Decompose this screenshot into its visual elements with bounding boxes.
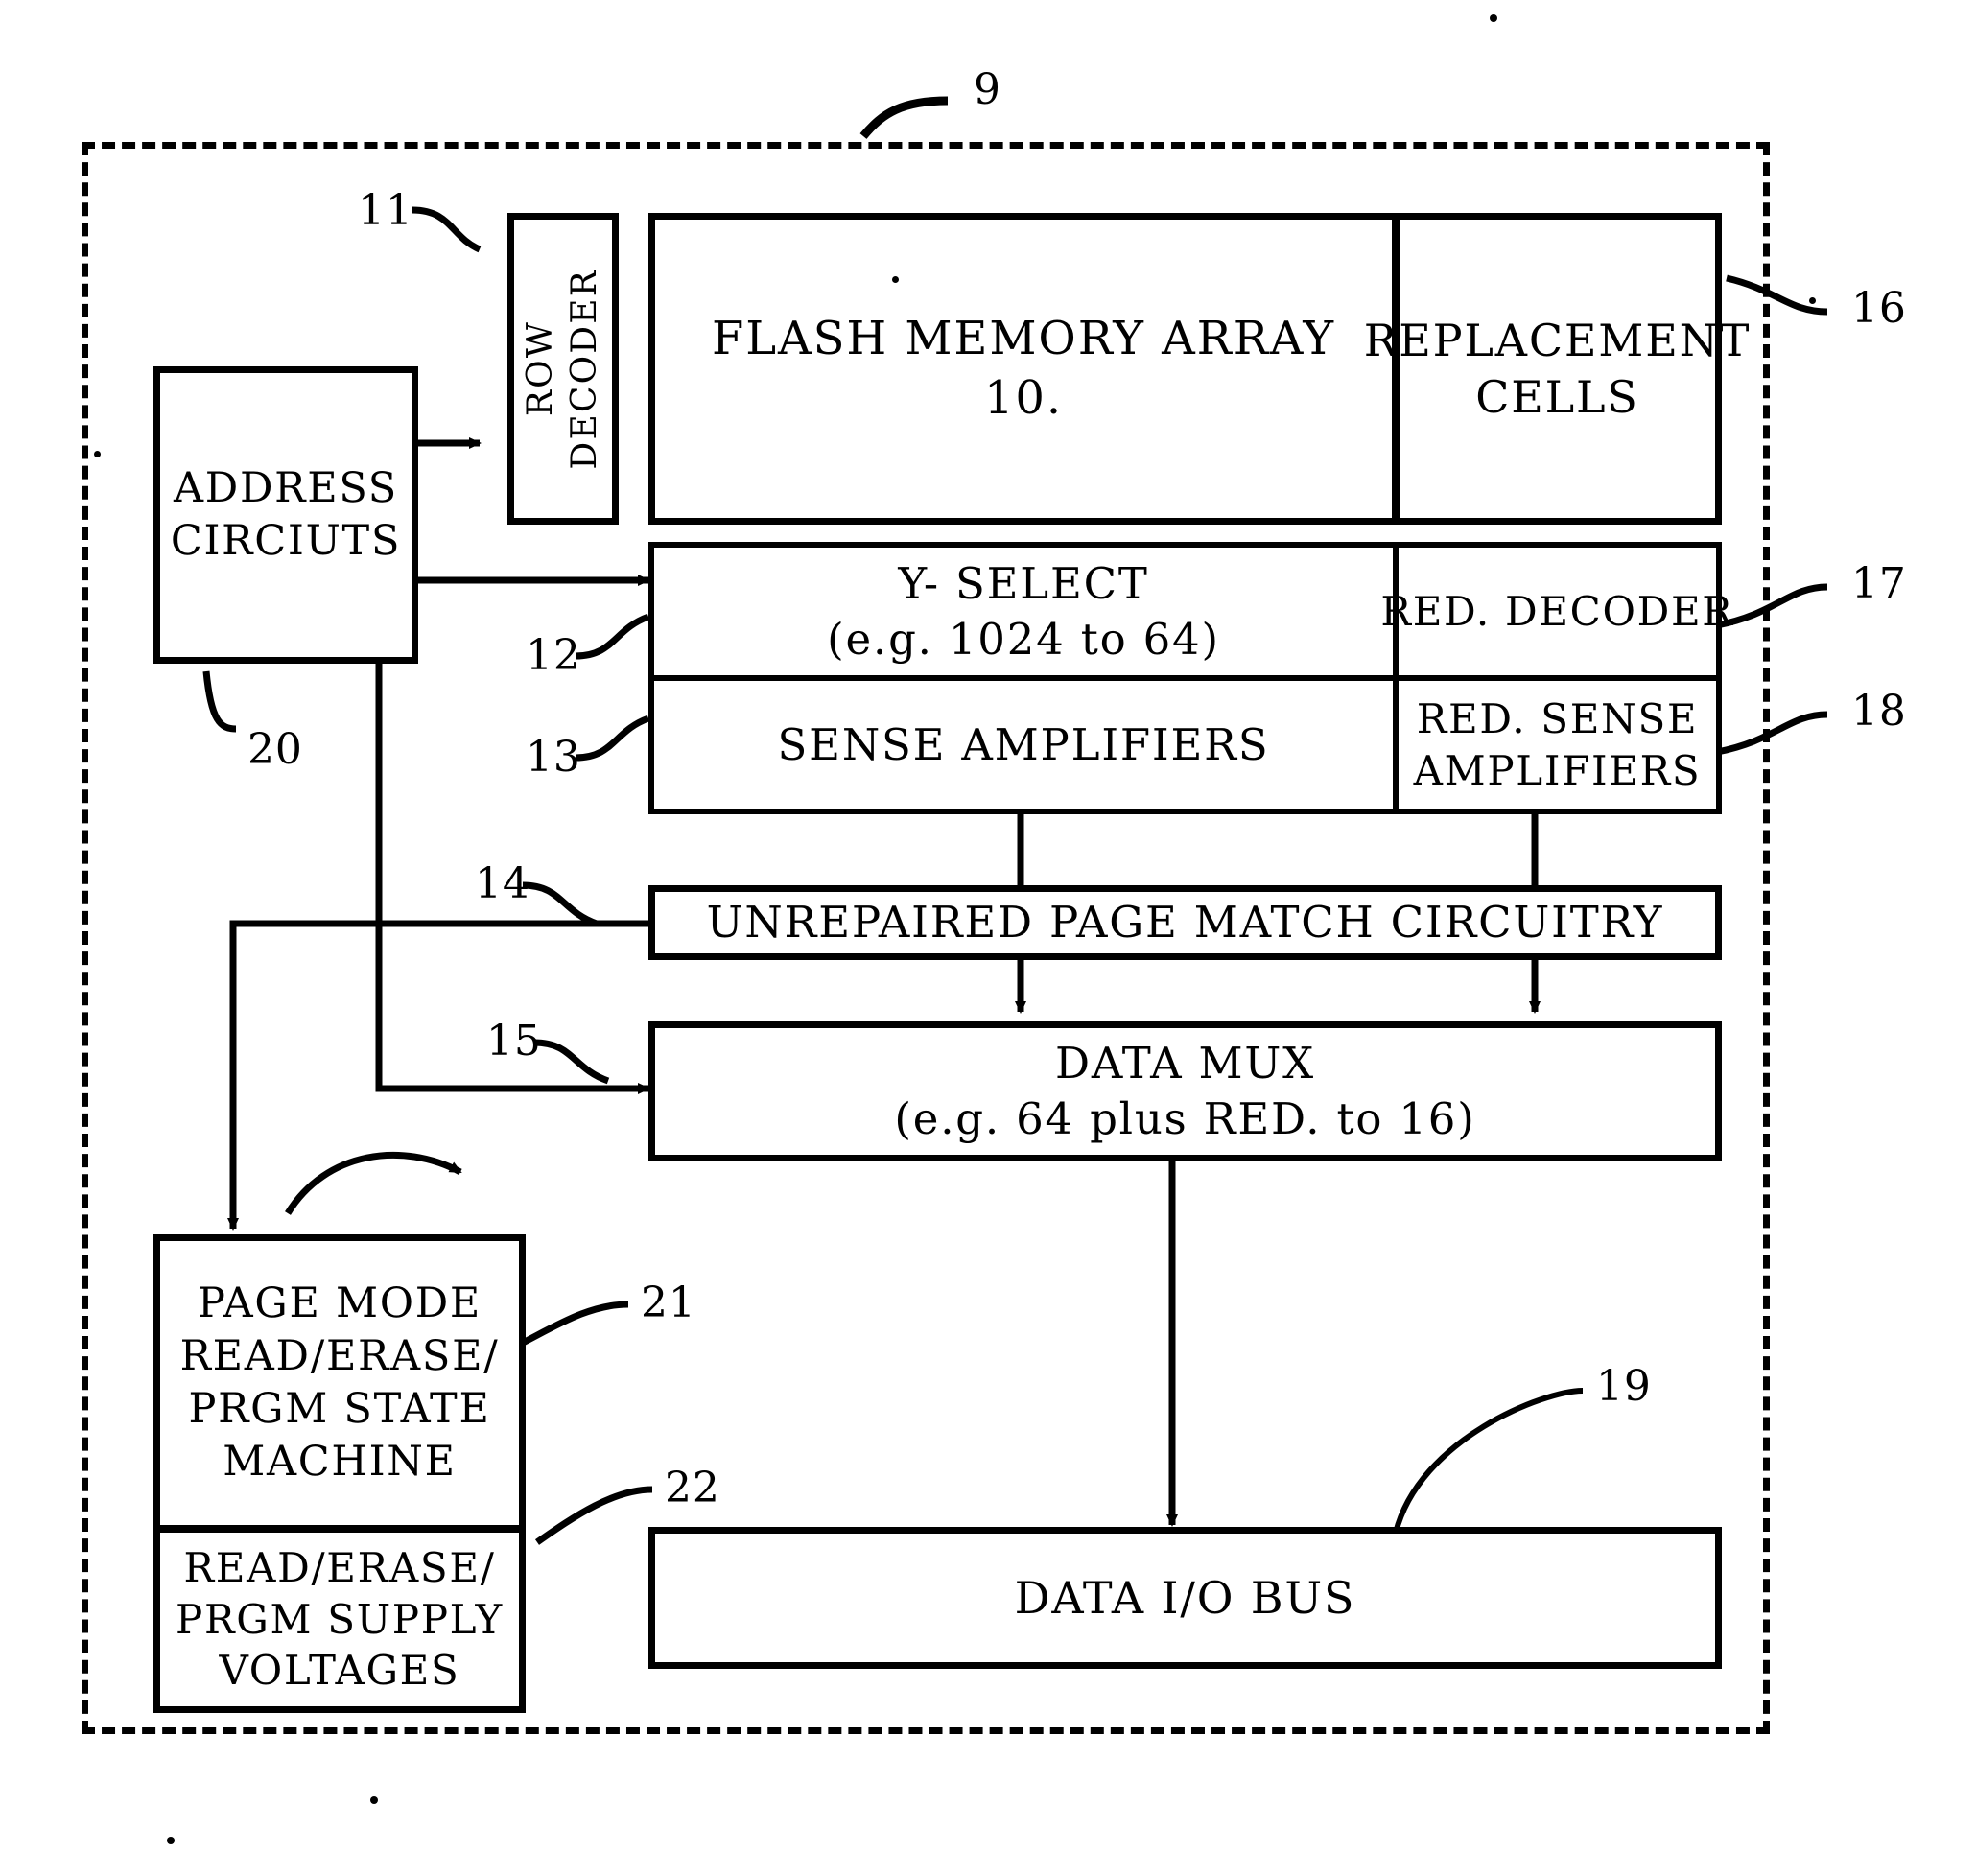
scan-speck bbox=[94, 451, 101, 457]
supply-voltages-line-2: PRGM SUPPLY bbox=[176, 1595, 504, 1643]
supply-voltages-line-1: READ/ERASE/ bbox=[183, 1543, 496, 1591]
red-sense-amplifiers-block[interactable]: RED. SENSE AMPLIFIERS bbox=[1393, 675, 1722, 814]
flash-memory-array-block[interactable]: FLASH MEMORY ARRAY 10. bbox=[648, 213, 1399, 525]
data-mux-block[interactable]: DATA MUX (e.g. 64 plus RED. to 16) bbox=[648, 1021, 1722, 1161]
red-sense-amplifiers-line-2: AMPLIFIERS bbox=[1413, 746, 1702, 794]
data-io-bus-block[interactable]: DATA I/O BUS bbox=[648, 1527, 1722, 1669]
flash-memory-array-line-1: FLASH MEMORY ARRAY bbox=[711, 312, 1336, 366]
unrepaired-page-match-block[interactable]: UNREPAIRED PAGE MATCH CIRCUITRY bbox=[648, 885, 1722, 960]
red-decoder-line-1: RED. DECODER bbox=[1380, 587, 1734, 635]
patent-figure: ADDRESS CIRCIUTS ROW DECODER FLASH MEMOR… bbox=[0, 0, 1976, 1876]
supply-voltages-block[interactable]: READ/ERASE/ PRGM SUPPLY VOLTAGES bbox=[153, 1526, 526, 1713]
state-machine-line-3: PRGM STATE bbox=[188, 1385, 491, 1433]
ref-label-14: 14 bbox=[475, 859, 530, 908]
ref-label-15: 15 bbox=[486, 1017, 542, 1066]
y-select-line-1: Y- SELECT bbox=[898, 557, 1149, 609]
row-decoder-word-row: ROW bbox=[520, 320, 560, 417]
red-sense-amplifiers-line-1: RED. SENSE bbox=[1416, 694, 1699, 742]
ref-label-19: 19 bbox=[1596, 1362, 1652, 1411]
ref-label-9: 9 bbox=[974, 65, 1001, 114]
scan-speck bbox=[1809, 297, 1816, 304]
unrepaired-page-match-line-1: UNREPAIRED PAGE MATCH CIRCUITRY bbox=[706, 897, 1664, 949]
y-select-line-2: (e.g. 1024 to 64) bbox=[827, 613, 1220, 665]
ref-label-11: 11 bbox=[358, 186, 413, 235]
ref-label-20: 20 bbox=[247, 725, 303, 774]
ref-label-18: 18 bbox=[1851, 687, 1907, 736]
red-decoder-block[interactable]: RED. DECODER bbox=[1380, 542, 1732, 681]
data-io-bus-line-1: DATA I/O BUS bbox=[1014, 1571, 1356, 1624]
data-mux-line-2: (e.g. 64 plus RED. to 16) bbox=[894, 1093, 1476, 1144]
state-machine-line-2: READ/ERASE/ bbox=[179, 1331, 500, 1380]
ref-label-21: 21 bbox=[641, 1278, 696, 1327]
state-machine-line-1: PAGE MODE bbox=[197, 1278, 482, 1327]
ref-label-17: 17 bbox=[1851, 559, 1907, 608]
data-mux-line-1: DATA MUX bbox=[1055, 1038, 1315, 1090]
scan-speck bbox=[167, 1837, 175, 1844]
row-decoder-word-decoder: DECODER bbox=[565, 268, 604, 470]
address-circuits-line-1: ADDRESS bbox=[174, 463, 398, 512]
state-machine-block[interactable]: PAGE MODE READ/ERASE/ PRGM STATE MACHINE bbox=[153, 1234, 526, 1532]
scan-speck bbox=[370, 1796, 378, 1804]
ref-label-16: 16 bbox=[1851, 284, 1907, 333]
row-decoder-vertical-text: ROW DECODER bbox=[507, 213, 619, 525]
y-select-block[interactable]: Y- SELECT (e.g. 1024 to 64) bbox=[648, 542, 1399, 681]
sense-amplifiers-line-1: SENSE AMPLIFIERS bbox=[777, 718, 1270, 770]
supply-voltages-line-3: VOLTAGES bbox=[219, 1647, 460, 1695]
state-machine-line-4: MACHINE bbox=[223, 1438, 457, 1487]
scan-speck bbox=[1490, 14, 1497, 22]
address-circuits-line-2: CIRCIUTS bbox=[170, 517, 402, 565]
replacement-cells-line-1: REPLACEMENT bbox=[1363, 314, 1752, 366]
leader-9 bbox=[859, 96, 949, 139]
ref-label-22: 22 bbox=[665, 1464, 720, 1513]
address-circuits-block[interactable]: ADDRESS CIRCIUTS bbox=[153, 366, 418, 664]
replacement-cells-block[interactable]: REPLACEMENT CELLS bbox=[1364, 213, 1749, 525]
flash-memory-array-line-2: 10. bbox=[983, 370, 1064, 425]
replacement-cells-line-2: CELLS bbox=[1475, 370, 1639, 423]
scan-speck bbox=[892, 276, 899, 283]
ref-label-12: 12 bbox=[526, 631, 581, 680]
sense-amplifiers-block[interactable]: SENSE AMPLIFIERS bbox=[648, 675, 1399, 814]
ref-label-13: 13 bbox=[526, 733, 581, 782]
